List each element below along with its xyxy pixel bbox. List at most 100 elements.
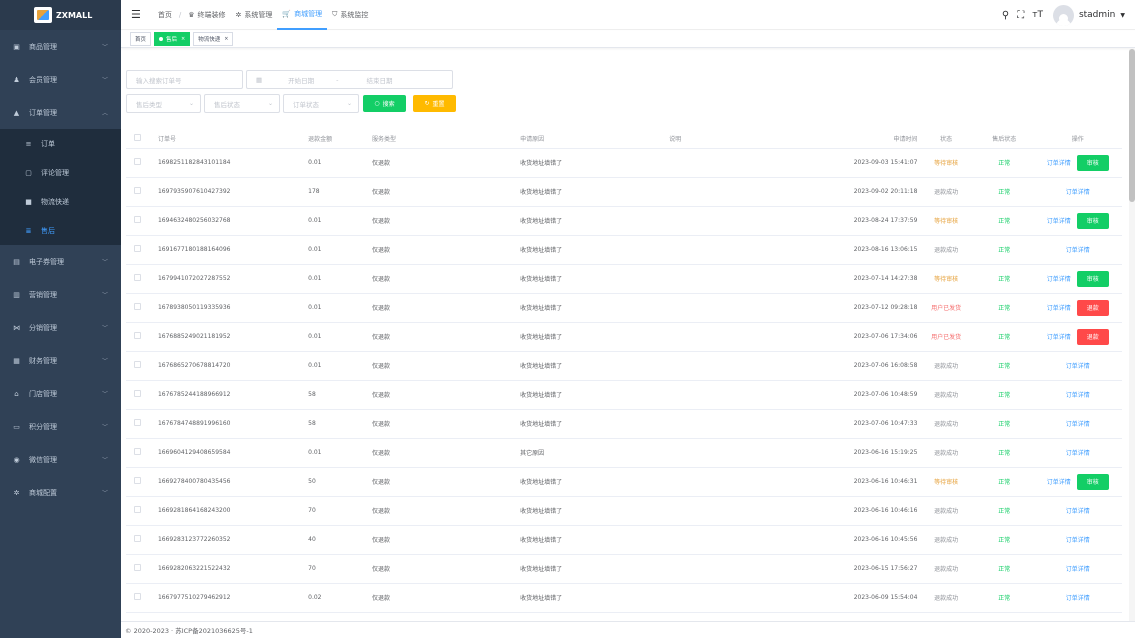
close-icon[interactable]: × <box>224 36 228 42</box>
scrollbar-thumb[interactable] <box>1129 49 1135 202</box>
order-detail-link[interactable]: 订单详情 <box>1066 535 1090 544</box>
sidebar-subitem[interactable]: ≣ 售后 <box>0 216 121 245</box>
order-detail-link[interactable]: 订单详情 <box>1066 506 1090 515</box>
status: 退款成功 <box>917 409 975 439</box>
row-checkbox[interactable] <box>134 216 141 223</box>
aftersale-type-select[interactable]: 售后类型 ⌄ <box>126 94 201 113</box>
row-checkbox[interactable] <box>134 564 141 571</box>
fullscreen-icon[interactable]: ⛶ <box>1017 10 1024 21</box>
reset-button[interactable]: ↻ 重置 <box>413 95 456 112</box>
sidebar-item[interactable]: ▭ 积分管理 ﹀ <box>0 410 121 443</box>
row-checkbox[interactable] <box>134 390 141 397</box>
review-button[interactable]: 审核 <box>1076 154 1109 171</box>
close-icon[interactable]: × <box>181 36 185 42</box>
search-icon[interactable]: ⚲ <box>1002 10 1009 21</box>
order-detail-link[interactable]: 订单详情 <box>1066 448 1090 457</box>
order-detail-link[interactable]: 订单详情 <box>1047 216 1071 225</box>
row-checkbox[interactable] <box>134 303 141 310</box>
order-detail-link[interactable]: 订单详情 <box>1066 390 1090 399</box>
sidebar-item[interactable]: ✲ 商城配置 ﹀ <box>0 476 121 509</box>
row-checkbox[interactable] <box>134 535 141 542</box>
row-checkbox[interactable] <box>134 419 141 426</box>
row-checkbox[interactable] <box>134 158 141 165</box>
row-checkbox[interactable] <box>134 593 141 600</box>
sidebar-item[interactable]: ▥ 营销管理 ﹀ <box>0 278 121 311</box>
font-size-icon[interactable]: тT <box>1032 10 1043 20</box>
sidebar-item[interactable]: ◉ 微信管理 ﹀ <box>0 443 121 476</box>
date-range-picker[interactable]: ▦ 开始日期 - 结束日期 <box>246 70 453 89</box>
row-checkbox-cell[interactable] <box>126 148 158 178</box>
logo[interactable]: ZXMALL <box>0 0 121 30</box>
caret-down-icon[interactable]: ▼ <box>1120 12 1125 19</box>
row-checkbox-cell[interactable] <box>126 293 158 323</box>
search-button[interactable]: ○ 搜索 <box>363 95 406 112</box>
row-checkbox-cell[interactable] <box>126 496 158 526</box>
row-checkbox[interactable] <box>134 332 141 339</box>
order-detail-link[interactable]: 订单详情 <box>1047 303 1071 312</box>
review-button[interactable]: 审核 <box>1076 270 1109 287</box>
sidebar-subitem[interactable]: ■ 物流快递 <box>0 187 121 216</box>
select-all-checkbox[interactable] <box>126 129 158 149</box>
order-detail-link[interactable]: 订单详情 <box>1047 158 1071 167</box>
avatar[interactable] <box>1052 4 1074 26</box>
row-checkbox-cell[interactable] <box>126 554 158 584</box>
row-checkbox-cell[interactable] <box>126 351 158 381</box>
row-checkbox[interactable] <box>134 477 141 484</box>
nav-item[interactable]: ♛ 终端装修 <box>183 0 230 30</box>
row-checkbox-cell[interactable] <box>126 206 158 236</box>
order-search-input[interactable]: 输入搜索订单号 <box>126 70 243 89</box>
sidebar-item[interactable]: ▣ 商品管理 ﹀ <box>0 30 121 63</box>
aftersale-status-select[interactable]: 售后状态 ⌄ <box>204 94 280 113</box>
nav-item[interactable]: 🛒 商城管理 <box>277 0 328 30</box>
sidebar-item[interactable]: ⌂ 门店管理 ﹀ <box>0 377 121 410</box>
order-status-select[interactable]: 订单状态 ⌄ <box>283 94 359 113</box>
order-detail-link[interactable]: 订单详情 <box>1066 593 1090 602</box>
sidebar-item[interactable]: ♟ 会员管理 ﹀ <box>0 63 121 96</box>
nav-item[interactable]: ⛉ 系统监控 <box>327 0 373 30</box>
refund-button[interactable]: 退款 <box>1076 299 1109 316</box>
row-checkbox-cell[interactable] <box>126 235 158 265</box>
row-checkbox-cell[interactable] <box>126 583 158 613</box>
row-checkbox-cell[interactable] <box>126 177 158 207</box>
order-detail-link[interactable]: 订单详情 <box>1047 477 1071 486</box>
row-checkbox-cell[interactable] <box>126 467 158 497</box>
order-detail-link[interactable]: 订单详情 <box>1047 274 1071 283</box>
row-checkbox-cell[interactable] <box>126 525 158 555</box>
order-detail-link[interactable]: 订单详情 <box>1066 361 1090 370</box>
review-button[interactable]: 审核 <box>1076 212 1109 229</box>
tag-item[interactable]: 首页 <box>130 32 152 46</box>
row-checkbox-cell[interactable] <box>126 438 158 468</box>
row-checkbox[interactable] <box>134 274 141 281</box>
row-checkbox[interactable] <box>134 361 141 368</box>
sidebar-item[interactable]: ⋈ 分销管理 ﹀ <box>0 311 121 344</box>
tag-item[interactable]: 售后 × <box>154 32 191 46</box>
row-checkbox-cell[interactable] <box>126 409 158 439</box>
actions-cell: 订单详情 <box>1033 235 1122 265</box>
row-checkbox-cell[interactable] <box>126 380 158 410</box>
hamburger-icon[interactable]: ☰ <box>131 8 141 21</box>
row-checkbox[interactable] <box>134 506 141 513</box>
order-detail-link[interactable]: 订单详情 <box>1066 245 1090 254</box>
checkbox[interactable] <box>134 133 141 141</box>
row-checkbox-cell[interactable] <box>126 264 158 294</box>
sidebar-item[interactable]: ▦ 财务管理 ﹀ <box>0 344 121 377</box>
review-button[interactable]: 审核 <box>1076 473 1109 490</box>
row-checkbox[interactable] <box>134 187 141 194</box>
sidebar-item[interactable]: ▲ 订单管理 ︿ <box>0 96 121 129</box>
row-checkbox-cell[interactable] <box>126 322 158 352</box>
row-checkbox[interactable] <box>134 245 141 252</box>
nav-item[interactable]: ✲ 系统管理 <box>231 0 278 30</box>
order-detail-link[interactable]: 订单详情 <box>1066 187 1090 196</box>
refund-button[interactable]: 退款 <box>1076 328 1109 345</box>
sidebar-subitem[interactable]: ▢ 评论管理 <box>0 158 121 187</box>
order-detail-link[interactable]: 订单详情 <box>1066 564 1090 573</box>
sidebar-subitem[interactable]: ≡ 订单 <box>0 129 121 158</box>
username[interactable]: stadmin <box>1079 10 1115 20</box>
sidebar-item[interactable]: ▤ 电子券管理 ﹀ <box>0 245 121 278</box>
scrollbar[interactable] <box>1129 49 1135 621</box>
order-detail-link[interactable]: 订单详情 <box>1066 419 1090 428</box>
nav-home[interactable]: 首页 <box>153 0 177 30</box>
order-detail-link[interactable]: 订单详情 <box>1047 332 1071 341</box>
tag-item[interactable]: 物流快递 × <box>193 32 234 46</box>
row-checkbox[interactable] <box>134 448 141 455</box>
